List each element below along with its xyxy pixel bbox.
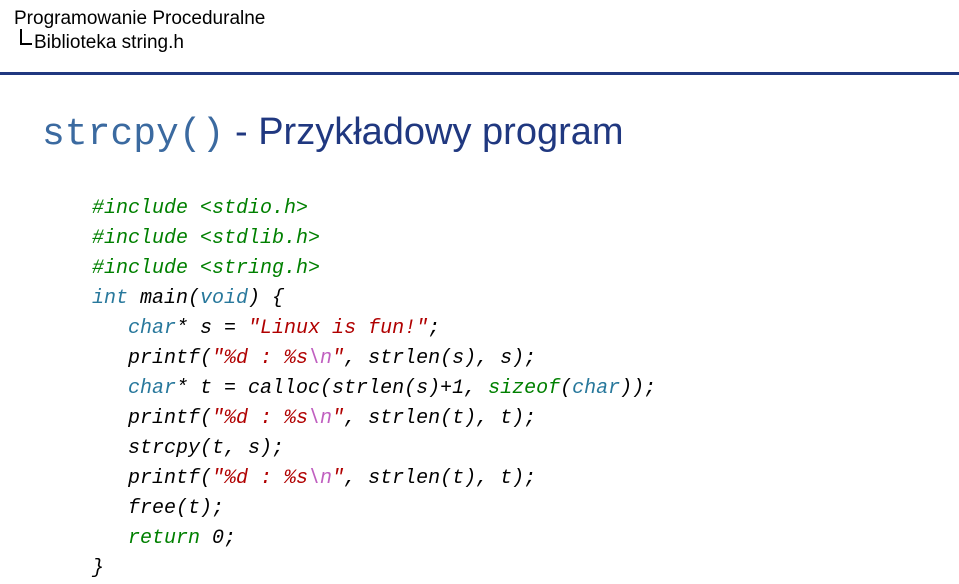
code-tok: \n <box>308 347 332 370</box>
code-tok: main( <box>128 287 200 310</box>
code-tok: "%d : %s <box>212 347 308 370</box>
code-tok: " <box>332 467 344 490</box>
code-tok: "Linux is fun!" <box>248 317 428 340</box>
code-tok: char <box>128 317 176 340</box>
horizontal-rule <box>0 72 959 75</box>
code-tok: 0; <box>200 527 236 550</box>
code-tok: "%d : %s <box>212 407 308 430</box>
code-tok: , strlen(t), t); <box>344 467 536 490</box>
code-tok: free(t); <box>92 497 224 520</box>
code-tok: strcpy(t, s); <box>92 437 284 460</box>
tree-icon <box>14 33 32 53</box>
code-tok: ( <box>560 377 572 400</box>
code-tok: sizeof <box>488 377 560 400</box>
code-tok: * s = <box>176 317 248 340</box>
code-tok: printf( <box>92 347 212 370</box>
code-line: #include <string.h> <box>92 257 320 280</box>
code-tok: ; <box>428 317 440 340</box>
code-tok <box>92 377 128 400</box>
code-tok: \n <box>308 407 332 430</box>
code-tok: , strlen(s), s); <box>344 347 536 370</box>
code-tok: printf( <box>92 407 212 430</box>
code-tok: void <box>200 287 248 310</box>
slide-title: strcpy() - Przykładowy program <box>42 111 959 156</box>
code-tok: int <box>92 287 128 310</box>
code-line: #include <stdlib.h> <box>92 227 320 250</box>
code-tok: printf( <box>92 467 212 490</box>
code-tok: return <box>128 527 200 550</box>
code-tok: \n <box>308 467 332 490</box>
header-sub-wrap: Biblioteka string.h <box>14 32 959 54</box>
code-tok <box>92 317 128 340</box>
slide-header: Programowanie Proceduralne Biblioteka st… <box>0 0 959 54</box>
header-title: Programowanie Proceduralne <box>14 8 959 30</box>
code-tok: * t = calloc(strlen(s)+1, <box>176 377 488 400</box>
code-tok: , strlen(t), t); <box>344 407 536 430</box>
code-tok <box>92 527 128 550</box>
code-tok: "%d : %s <box>212 467 308 490</box>
code-tok: char <box>128 377 176 400</box>
code-block: #include <stdio.h> #include <stdlib.h> #… <box>92 194 959 584</box>
code-tok: " <box>332 407 344 430</box>
code-tok: )); <box>620 377 656 400</box>
code-tok: " <box>332 347 344 370</box>
code-tok: } <box>92 557 104 580</box>
header-subtitle: Biblioteka string.h <box>34 32 184 54</box>
title-text: - Przykładowy program <box>224 111 623 153</box>
title-code: strcpy() <box>42 113 224 156</box>
code-tok: ) { <box>248 287 284 310</box>
code-tok: char <box>572 377 620 400</box>
code-line: #include <stdio.h> <box>92 197 308 220</box>
